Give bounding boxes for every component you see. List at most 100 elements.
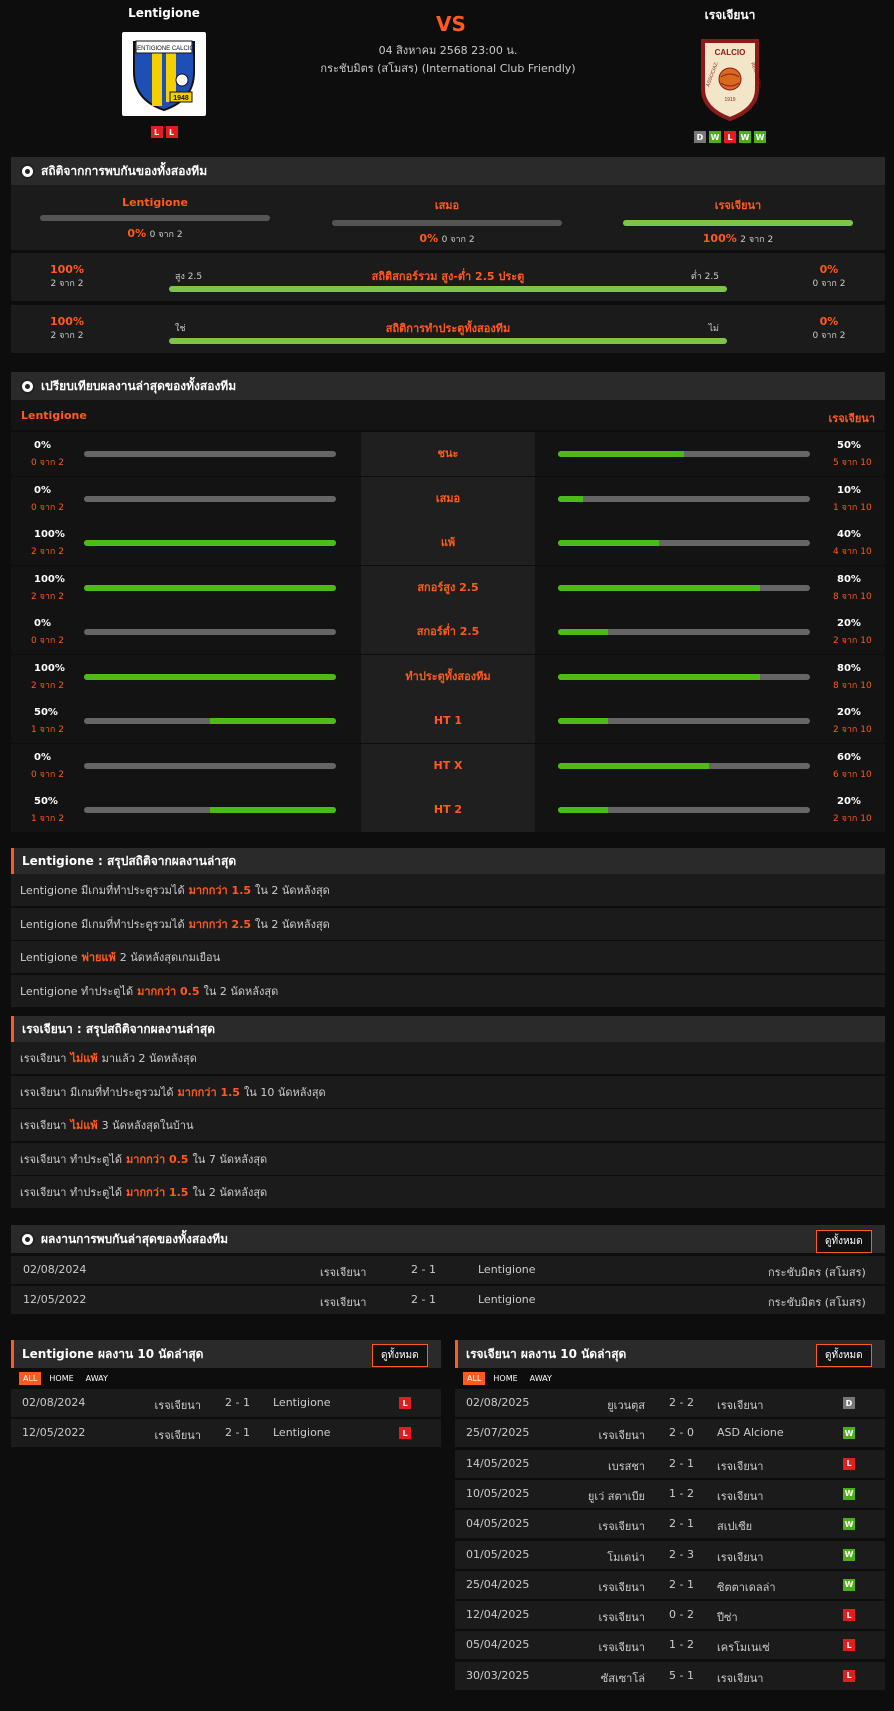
compare-left-pct: 100% [34,529,65,540]
h2h-away-label: เรจเจียนา [714,199,762,212]
result-row[interactable]: 25/04/2025 เรจเจียนา 2 - 1 ซิตตาเดลล่า W [455,1570,885,1599]
compare-right-sub: 2 จาก 10 [833,636,872,646]
ou-right-label: ต่ำ 2.5 [690,272,719,282]
home-last-title: Lentigione ผลงาน 10 นัดล่าสุด [22,1346,204,1361]
away-last-tabs: ALL HOME AWAY [463,1370,556,1386]
btts-bar [169,338,727,344]
summary-text: เรจเจียนา ทำประตูได้ [20,1152,123,1166]
result-row[interactable]: 30/03/2025 ซัสเซาโล่ 5 - 1 เรจเจียนา L [455,1661,885,1690]
result-score: 1 - 2 [669,1486,694,1500]
summary-row: Lentigione พ่ายแพ้ 2 นัดหลังสุดเกมเยือน [11,941,885,973]
result-badge: W [843,1578,855,1591]
compare-label: สกอร์สูง 2.5 [361,565,535,610]
result-badge: W [843,1427,855,1440]
result-row[interactable]: 25/07/2025 เรจเจียนา 2 - 0 ASD Alcione W [455,1419,885,1448]
h2h-results-title: ผลงานการพบกันล่าสุดของทั้งสองทีม [41,1231,229,1246]
result-score: 1 - 2 [669,1638,694,1652]
tab-all[interactable]: ALL [19,1371,42,1385]
result-row[interactable]: 02/08/2024 เรจเจียนา 2 - 1 Lentigione L [11,1389,441,1417]
compare-left-pct: 0% [34,484,51,496]
tab-home[interactable]: HOME [489,1372,521,1385]
result-score: 2 - 2 [669,1396,694,1409]
compare-right-sub: 4 จาก 10 [833,547,872,557]
home-form: LL [74,126,254,138]
compare-left-bar [84,495,336,502]
summary-suffix: มาแล้ว 2 นัดหลังสุด [101,1052,197,1065]
result-row[interactable]: 10/05/2025 ยูเว่ สตาเบีย 1 - 2 เรจเจียนา W [455,1479,885,1508]
compare-row: สกอร์สูง 2.5 100% 2 จาก 2 80% 8 จาก 10 [11,565,885,610]
h2h-home-col: Lentigione 0% 0 จาก 2 [40,196,270,241]
compare-left-fill [84,673,336,680]
compare-label: HT 2 [361,788,535,832]
summary-text: เรจเจียนา [20,1119,67,1132]
summary-text: Lentigione มีเกมที่ทำประตูรวมได้ [20,917,185,931]
summary-text: Lentigione มีเกมที่ทำประตูรวมได้ [20,884,185,897]
away-team-logo: CALCIO ASSOCIAZ. REGGIANA 1919 [699,37,764,122]
h2h-home-pct: 0% [127,227,147,240]
result-row[interactable]: 05/04/2025 เรจเจียนา 1 - 2 เครโมเนเซ่ L [455,1631,885,1660]
result-score: 2 - 3 [669,1547,694,1561]
result-score: 2 - 1 [225,1426,250,1440]
compare-left-sub: 0 จาก 2 [31,636,64,646]
summary-row: Lentigione มีเกมที่ทำประตูรวมได้ มากกว่า … [11,874,885,906]
compare-right-fill [558,762,710,769]
result-row[interactable]: 14/05/2025 เบรสชา 2 - 1 เรจเจียนา L [455,1449,885,1478]
result-score: 0 - 2 [669,1608,694,1622]
tab-home[interactable]: HOME [45,1372,77,1385]
h2h-view-all-button[interactable]: ดูทั้งหมด [816,1230,872,1253]
h2h-row[interactable]: 02/08/2024 เรจเจียนา 2 - 1 Lentigione กระชับ… [11,1256,885,1284]
compare-left-fill [210,718,336,724]
tab-all[interactable]: ALL [463,1371,486,1385]
compare-header: เปรียบเทียบผลงานล่าสุดของทั้งสองทีม [11,372,885,400]
h2h-results-header: ผลงานการพบกันล่าสุดของทั้งสองทีม [11,1225,885,1253]
away-last-view-all-button[interactable]: ดูทั้งหมด [816,1344,872,1367]
summary-suffix: ใน 10 นัดหลังสุด [243,1085,326,1099]
h2h-row[interactable]: 12/05/2022 เรจเจียนา 2 - 1 Lentigione กระชับ… [11,1286,885,1314]
summary-highlight: มากกว่า 1.5 [126,1186,189,1199]
result-row[interactable]: 12/04/2025 เรจเจียนา 0 - 2 ปีซ่า L [455,1601,885,1630]
summary-suffix: ใน 2 นัดหลังสุด [255,917,330,931]
summary-suffix: 3 นัดหลังสุดในบ้าน [101,1119,194,1132]
home-last-view-all-button[interactable]: ดูทั้งหมด [372,1344,428,1367]
result-home: เบรสชา [607,1459,645,1473]
away-team[interactable]: เรจเจียนา CALCIO ASSOCIAZ. REGGIANA 1919… [640,6,820,143]
compare-left-pct: 0% [34,618,51,629]
compare-label: ชนะ [361,432,535,476]
result-row[interactable]: 04/05/2025 เรจเจียนา 2 - 1 สเปเซีย W [455,1510,885,1539]
form-badge: D [694,131,706,143]
compare-left-sub: 0 จาก 2 [31,458,64,468]
ou-fill [169,286,727,292]
result-date: 25/04/2025 [466,1577,530,1591]
tab-away[interactable]: AWAY [82,1372,112,1385]
compare-left-pct: 100% [34,573,65,585]
result-away: เรจเจียนา [717,1459,764,1473]
summary-row: เรจเจียนา ทำประตูได้ มากกว่า 0.5 ใน 7 นัดห… [11,1142,885,1175]
summary-text: Lentigione ทำประตูได้ [20,984,134,998]
summary-text: เรจเจียนา ทำประตูได้ [20,1186,123,1199]
tab-away[interactable]: AWAY [526,1372,556,1385]
result-row[interactable]: 01/05/2025 โมเดน่า 2 - 3 เรจเจียนา W [455,1540,885,1569]
h2h-home-bar [40,215,270,221]
compare-left-bar [84,540,336,546]
h2h-away-col: เรจเจียนา 100% 2 จาก 2 [623,196,853,246]
summary-row: เรจเจียนา มีเกมที่ทำประตูรวมได้ มากกว่า 1… [11,1075,885,1108]
compare-right-sub: 8 จาก 10 [833,591,872,602]
h2h-stats-header: สถิติจากการพบกันของทั้งสองทีม [11,157,885,185]
result-row[interactable]: 02/08/2025 ยูเวนตุส 2 - 2 เรจเจียนา D [455,1389,885,1417]
result-date: 12/05/2022 [22,1426,86,1440]
ou-bar [169,286,727,292]
result-home: เรจเจียนา [598,1520,645,1534]
compare-right-sub: 5 จาก 10 [833,458,872,468]
compare-right-fill [558,540,659,546]
result-away: สเปเซีย [717,1520,753,1534]
ou-title: สถิติสกอร์รวม สูง-ต่ำ 2.5 ประตู [371,270,525,283]
compare-right-fill [558,718,609,724]
away-team-name: เรจเจียนา [704,8,756,22]
result-row[interactable]: 12/05/2022 เรจเจียนา 2 - 1 Lentigione L [11,1419,441,1448]
btts-right-pct: 0% [819,315,839,328]
compare-left-bar [84,762,336,769]
soccer-ball-icon [20,1231,35,1247]
compare-right-sub: 2 จาก 10 [833,725,872,735]
home-team[interactable]: Lentigione LENTIGIONE CALCIO 1948 LL [74,6,254,138]
ou-left-label: สูง 2.5 [175,272,203,282]
